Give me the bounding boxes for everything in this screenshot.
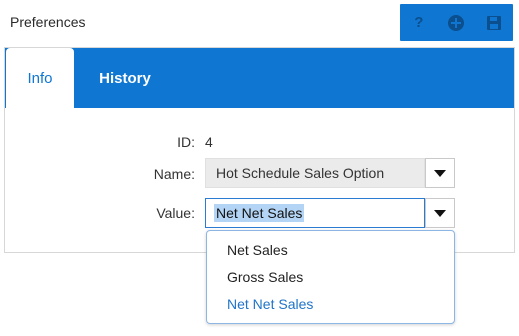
- dropdown-option-gross-sales[interactable]: Gross Sales: [207, 264, 454, 291]
- save-icon: [487, 15, 502, 30]
- value-field[interactable]: Net Net Sales: [205, 198, 425, 228]
- add-icon: [448, 14, 465, 31]
- tab-bar: Info History: [5, 48, 514, 108]
- save-button[interactable]: [482, 11, 506, 35]
- tab-info[interactable]: Info: [6, 48, 74, 108]
- tab-history[interactable]: History: [84, 48, 166, 108]
- chevron-down-icon: [434, 169, 446, 177]
- value-dropdown-button[interactable]: [425, 198, 455, 228]
- id-value: 4: [205, 134, 213, 150]
- page-title: Preferences: [10, 14, 86, 30]
- id-label: ID:: [177, 134, 195, 150]
- preferences-page: Preferences ? Info History ID: 4 Name: H…: [0, 0, 519, 336]
- name-dropdown-button[interactable]: [425, 158, 455, 188]
- name-field[interactable]: Hot Schedule Sales Option: [205, 158, 425, 188]
- name-value: Hot Schedule Sales Option: [216, 165, 385, 181]
- help-icon: ?: [414, 14, 424, 31]
- chevron-down-icon: [434, 209, 446, 217]
- dropdown-option-net-sales[interactable]: Net Sales: [207, 237, 454, 264]
- value-dropdown-list: Net Sales Gross Sales Net Net Sales: [206, 230, 455, 324]
- add-button[interactable]: [444, 11, 468, 35]
- value-selected-text: Net Net Sales: [214, 204, 305, 222]
- help-button[interactable]: ?: [407, 11, 431, 35]
- toolbar: ?: [400, 4, 513, 41]
- dropdown-option-net-net-sales[interactable]: Net Net Sales: [207, 291, 454, 318]
- value-label: Value:: [156, 205, 195, 221]
- name-label: Name:: [153, 166, 195, 182]
